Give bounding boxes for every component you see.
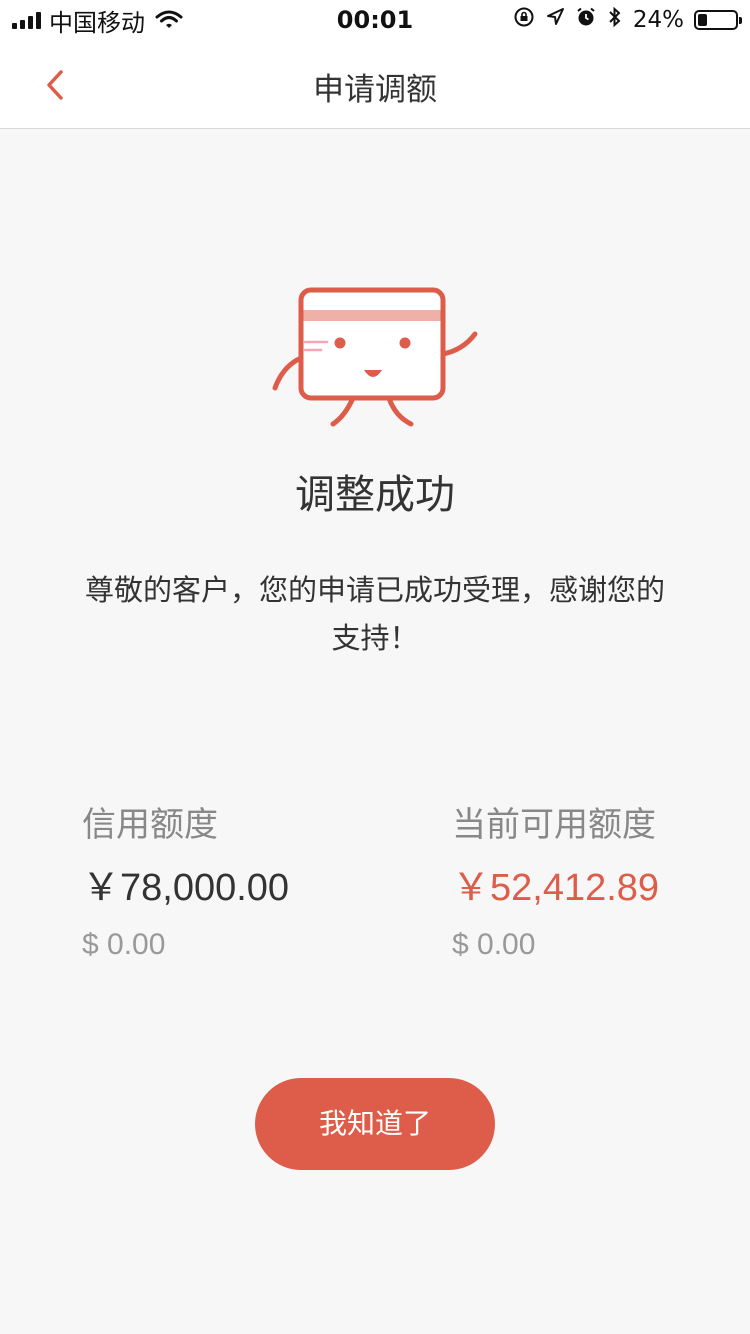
available-limit-label: 当前可用额度 bbox=[452, 805, 656, 845]
location-icon bbox=[545, 7, 565, 33]
credit-limit-cny: ￥78,000.00 bbox=[82, 867, 290, 909]
status-bar: 中国移动 00:01 24% bbox=[0, 0, 750, 40]
card-mascot-icon bbox=[272, 287, 478, 427]
available-limit-cny: ￥52,412.89 bbox=[452, 867, 660, 909]
confirm-button[interactable]: 我知道了 bbox=[255, 1078, 495, 1170]
battery-icon bbox=[694, 10, 742, 30]
available-limit-usd: $ 0.00 bbox=[452, 928, 536, 961]
navigation-bar: 申请调额 bbox=[0, 40, 750, 129]
page-title: 申请调额 bbox=[313, 72, 437, 108]
credit-limit-block: 信用额度 ￥78,000.00 $ 0.00 bbox=[82, 802, 289, 968]
orientation-lock-icon bbox=[513, 6, 535, 34]
success-message: 尊敬的客户，您的申请已成功受理，感谢您的支持！ bbox=[84, 573, 665, 655]
available-limit-block: 当前可用额度 ￥52,412.89 $ 0.00 bbox=[452, 802, 659, 968]
credit-limit-usd: $ 0.00 bbox=[82, 928, 166, 961]
battery-fill bbox=[698, 14, 707, 26]
alarm-icon bbox=[575, 6, 597, 34]
battery-percent: 24% bbox=[632, 7, 684, 33]
bluetooth-icon bbox=[607, 6, 623, 34]
credit-limit-label: 信用额度 bbox=[82, 805, 218, 845]
success-title: 调整成功 bbox=[295, 472, 455, 518]
status-right: 24% bbox=[513, 6, 742, 34]
